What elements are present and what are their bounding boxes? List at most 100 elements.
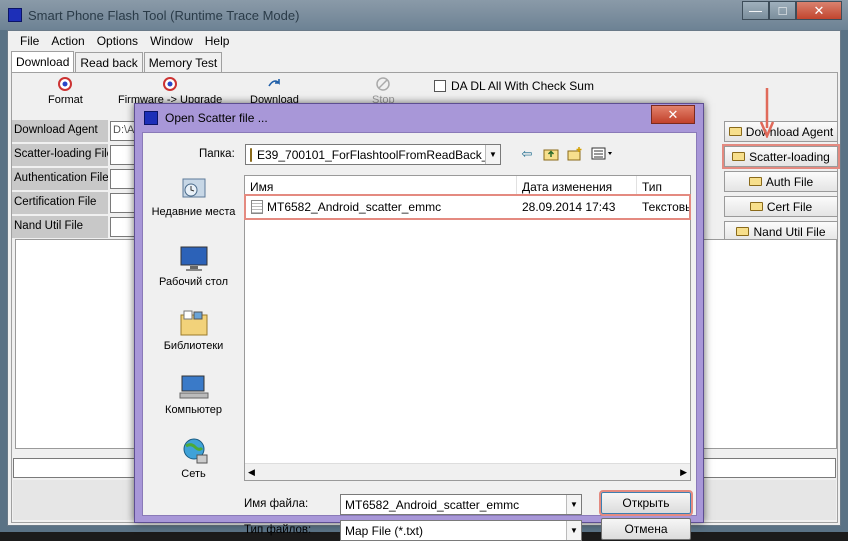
view-menu-icon[interactable] <box>591 146 612 161</box>
column-type[interactable]: Тип <box>637 176 690 195</box>
chevron-down-icon[interactable]: ▼ <box>566 521 581 540</box>
field-authentication: Authentication File <box>12 168 144 190</box>
file-list: Имя Дата изменения Тип MT6582_Android_sc… <box>244 175 691 481</box>
column-date[interactable]: Дата изменения <box>517 176 637 195</box>
place-network[interactable]: Сеть <box>149 437 238 480</box>
open-scatter-dialog: Open Scatter file ... ✕ Папка: E39_70010… <box>134 103 704 541</box>
dialog-client: Папка: E39_700101_ForFlashtoolFromReadBa… <box>142 132 697 541</box>
stop-button[interactable]: Stop <box>372 77 395 106</box>
menu-file[interactable]: File <box>14 31 45 51</box>
menu-window[interactable]: Window <box>144 31 199 51</box>
place-libraries[interactable]: Библиотеки <box>149 309 238 352</box>
folder-value: E39_700101_ForFlashtoolFromReadBack_14 <box>257 147 501 162</box>
auth-file-button[interactable]: Auth File <box>724 171 838 192</box>
file-type: Текстовы <box>642 200 689 214</box>
close-button[interactable]: ✕ <box>796 1 842 20</box>
open-button[interactable]: Открыть <box>599 490 693 516</box>
filename-value: MT6582_Android_scatter_emmc <box>345 498 520 512</box>
dialog-title: Open Scatter file ... <box>165 111 268 125</box>
authentication-label: Authentication File <box>12 168 108 190</box>
annotation-arrow-icon <box>760 88 774 138</box>
scroll-right-icon[interactable]: ▶ <box>680 467 687 478</box>
place-desktop[interactable]: Рабочий стол <box>149 245 238 288</box>
filename-label: Имя файла: <box>244 498 309 510</box>
nand-util-label: Nand Util File <box>12 216 108 238</box>
place-recent-label: Недавние места <box>151 206 236 218</box>
maximize-button[interactable]: □ <box>769 1 796 20</box>
scroll-left-icon[interactable]: ◀ <box>248 467 255 478</box>
scatter-loading-button-label: Scatter-loading <box>749 149 830 164</box>
place-computer[interactable]: Компьютер <box>149 373 238 416</box>
scatter-loading-label: Scatter-loading File <box>12 144 108 166</box>
format-button[interactable]: Format <box>48 77 83 106</box>
checksum-checkbox[interactable] <box>434 80 446 92</box>
column-name[interactable]: Имя <box>245 176 517 195</box>
place-computer-label: Компьютер <box>165 404 222 416</box>
place-recent[interactable]: Недавние места <box>149 175 238 218</box>
folder-icon <box>736 227 750 236</box>
firmware-icon <box>163 77 178 91</box>
folder-icon <box>732 152 746 161</box>
app-logo-icon <box>8 8 22 22</box>
horizontal-scrollbar[interactable]: ◀ ▶ <box>245 463 690 480</box>
folder-icon <box>728 127 742 136</box>
field-certification: Certification File <box>12 192 144 214</box>
tab-read-back[interactable]: Read back <box>75 52 143 72</box>
menubar: File Action Options Window Help <box>8 31 840 51</box>
tab-memory-test[interactable]: Memory Test <box>143 52 223 72</box>
certification-label: Certification File <box>12 192 108 214</box>
place-network-label: Сеть <box>181 468 206 480</box>
file-name: MT6582_Android_scatter_emmc <box>267 199 442 214</box>
tab-download[interactable]: Download <box>11 51 75 72</box>
chevron-down-icon[interactable]: ▼ <box>485 145 500 164</box>
cancel-button[interactable]: Отмена <box>601 518 691 540</box>
download-button[interactable]: Download <box>250 77 299 106</box>
checksum-option[interactable]: DA DL All With Check Sum <box>434 79 594 93</box>
field-download-agent: Download Agent D:\A <box>12 120 144 142</box>
network-globe-icon <box>183 438 207 464</box>
auth-file-button-label: Auth File <box>765 174 814 189</box>
cert-file-button[interactable]: Cert File <box>724 196 838 217</box>
folder-icon <box>250 147 252 162</box>
back-icon[interactable]: ⇦ <box>519 146 535 161</box>
folder-icon <box>749 202 763 211</box>
download-agent-button[interactable]: Download Agent <box>724 121 838 142</box>
place-libraries-label: Библиотеки <box>163 340 224 352</box>
menu-help[interactable]: Help <box>199 31 236 51</box>
checksum-label: DA DL All With Check Sum <box>451 79 594 93</box>
file-date: 28.09.2014 17:43 <box>522 200 616 214</box>
dialog-titlebar: Open Scatter file ... ✕ <box>135 104 703 131</box>
field-nand-util: Nand Util File <box>12 216 144 238</box>
desktop-icon <box>180 246 207 271</box>
navigation-icons: ⇦ <box>519 146 612 161</box>
place-desktop-label: Рабочий стол <box>158 276 229 288</box>
menu-options[interactable]: Options <box>91 31 144 51</box>
dialog-close-button[interactable]: ✕ <box>651 105 695 124</box>
filetype-value: Map File (*.txt) <box>345 524 424 538</box>
up-folder-icon[interactable] <box>543 146 559 161</box>
firmware-upgrade-button[interactable]: Firmware -> Upgrade <box>118 77 222 106</box>
download-arrow-icon <box>268 79 281 87</box>
chevron-down-icon[interactable]: ▼ <box>566 495 581 514</box>
minimize-button[interactable]: — <box>742 1 769 20</box>
filename-input[interactable]: MT6582_Android_scatter_emmc ▼ <box>340 494 582 515</box>
app-title: Smart Phone Flash Tool (Runtime Trace Mo… <box>28 8 300 23</box>
file-name-cell: MT6582_Android_scatter_emmc <box>246 200 517 215</box>
file-row[interactable]: MT6582_Android_scatter_emmc 28.09.2014 1… <box>244 194 691 220</box>
folder-icon <box>748 177 762 186</box>
text-file-icon <box>251 200 263 215</box>
folder-label: Папка: <box>199 148 235 160</box>
folder-select[interactable]: E39_700101_ForFlashtoolFromReadBack_14 ▼ <box>245 144 501 165</box>
filetype-select[interactable]: Map File (*.txt) ▼ <box>340 520 582 541</box>
format-label: Format <box>48 94 83 106</box>
download-agent-button-label: Download Agent <box>745 124 834 139</box>
stop-icon <box>376 77 391 91</box>
list-header: Имя Дата изменения Тип <box>245 176 690 196</box>
dialog-app-icon <box>144 111 158 125</box>
recent-places-icon <box>182 178 205 198</box>
menu-action[interactable]: Action <box>45 31 90 51</box>
scatter-loading-button[interactable]: Scatter-loading <box>722 144 840 169</box>
new-folder-icon[interactable] <box>567 146 583 161</box>
cert-file-button-label: Cert File <box>766 199 813 214</box>
nand-util-file-button-label: Nand Util File <box>753 224 826 239</box>
